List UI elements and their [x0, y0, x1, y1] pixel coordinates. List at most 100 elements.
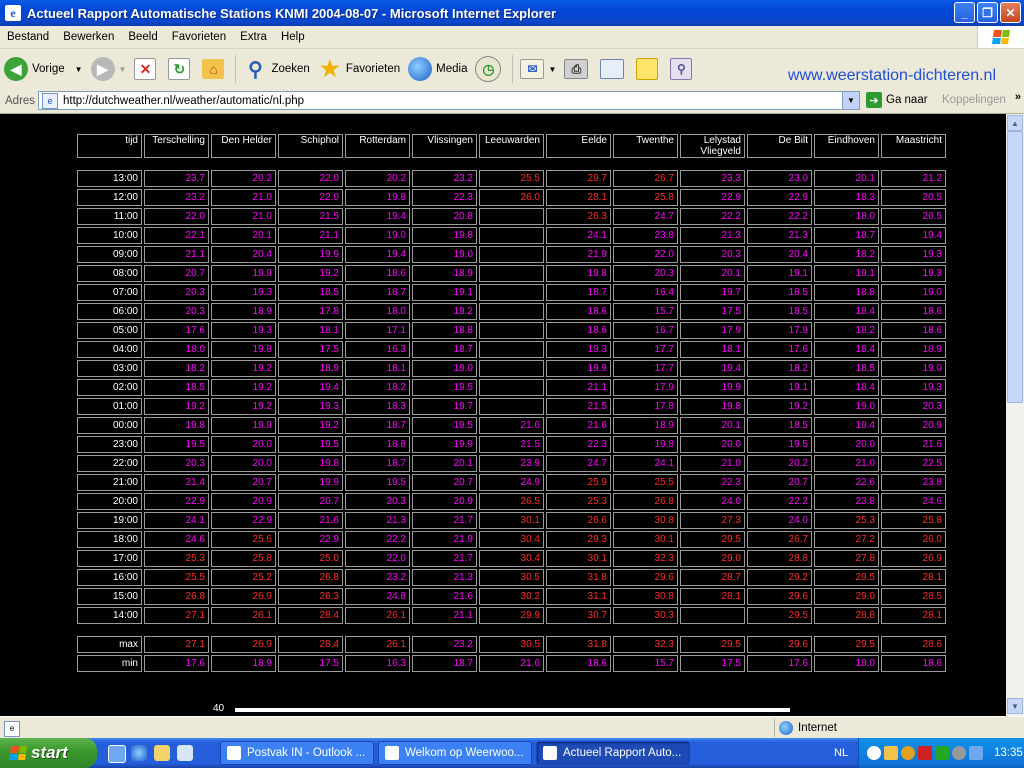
- temperature-cell: 19.0: [814, 398, 879, 415]
- menu-bewerken[interactable]: Bewerken: [56, 31, 121, 43]
- favorites-button[interactable]: ★ Favorieten: [314, 52, 404, 86]
- table-row: 19:00 24.1 22.9 21.6 21.3 21.7 30.1 26.6 30.8 27.…: [77, 512, 946, 529]
- temperature-cell: 24.0: [747, 512, 812, 529]
- temperature-cell: 29.6: [747, 588, 812, 605]
- research-button[interactable]: ⚲: [666, 52, 700, 86]
- menu-beeld[interactable]: Beeld: [121, 31, 164, 43]
- task-actueel-rapport[interactable]: Actueel Rapport Auto...: [536, 741, 690, 765]
- temperature-cell: 20.0: [680, 436, 745, 453]
- outlook-quicklaunch-icon[interactable]: [108, 745, 126, 763]
- links-button[interactable]: Koppelingen: [942, 94, 1006, 106]
- temperature-cell: 19.0: [881, 360, 946, 377]
- temperature-cell: 18.9: [881, 341, 946, 358]
- temperature-cell: 19.5: [278, 436, 343, 453]
- temperature-cell: 17.6: [144, 655, 209, 672]
- temperature-cell: 21.3: [747, 227, 812, 244]
- temperature-cell: 19.8: [680, 398, 745, 415]
- temperature-cell: 22.9: [211, 512, 276, 529]
- tray-play-icon[interactable]: [935, 746, 949, 760]
- header-row: tijd Terschelling Den Helder Schiphol Rotte…: [77, 134, 946, 158]
- task-weerwoord[interactable]: Welkom op Weerwoo...: [378, 741, 532, 765]
- scrollbar-thumb[interactable]: [1007, 131, 1023, 403]
- scroll-down-icon[interactable]: ▼: [1007, 698, 1023, 714]
- temperature-cell: 20.7: [278, 493, 343, 510]
- explorer-quicklaunch-icon[interactable]: [154, 745, 170, 761]
- clock[interactable]: 13:35: [994, 747, 1023, 759]
- task-outlook[interactable]: Postvak IN - Outlook ...: [220, 741, 374, 765]
- discuss-button[interactable]: [632, 52, 666, 86]
- temperature-cell: 26.7: [613, 170, 678, 187]
- temperature-cell: [479, 208, 544, 225]
- temperature-cell: [479, 227, 544, 244]
- temperature-cell: 24.8: [345, 588, 410, 605]
- temperature-cell: 16.7: [613, 322, 678, 339]
- temperature-cell: 26.3: [546, 208, 611, 225]
- forward-dropdown-icon[interactable]: ▼: [119, 65, 127, 74]
- address-dropdown-icon[interactable]: ▼: [842, 92, 859, 109]
- ie-quicklaunch-icon[interactable]: [131, 745, 147, 761]
- back-button[interactable]: ◀ Vorige ▼: [0, 52, 87, 86]
- print-button[interactable]: ⎙: [560, 52, 596, 86]
- time-column-header: tijd: [77, 134, 142, 158]
- menu-help[interactable]: Help: [274, 31, 312, 43]
- temperature-cell: 25.9: [546, 474, 611, 491]
- home-button[interactable]: ⌂: [198, 52, 232, 86]
- temperature-cell: 20.9: [211, 493, 276, 510]
- menu-extra[interactable]: Extra: [233, 31, 274, 43]
- temperature-cell: 27.8: [814, 550, 879, 567]
- tray-app-icon[interactable]: [952, 746, 966, 760]
- time-cell: 13:00: [77, 170, 142, 187]
- temperature-cell: 22.9: [144, 493, 209, 510]
- menu-favorieten[interactable]: Favorieten: [165, 31, 233, 43]
- temperature-cell: 17.9: [747, 322, 812, 339]
- forward-button[interactable]: ▶ ▼: [87, 52, 131, 86]
- go-button[interactable]: ➔ Ga naar: [866, 92, 928, 108]
- refresh-button[interactable]: ↻: [164, 52, 198, 86]
- forward-arrow-icon: ▶: [90, 57, 115, 81]
- menu-bestand[interactable]: Bestand: [0, 31, 56, 43]
- temperature-cell: 19.1: [747, 265, 812, 282]
- temperature-cell: 22.0: [278, 170, 343, 187]
- media-button[interactable]: Media: [404, 52, 471, 86]
- maximize-button[interactable]: ❐: [977, 2, 998, 23]
- scroll-up-icon[interactable]: ▲: [1007, 115, 1023, 131]
- mail-button[interactable]: ✉ ▼: [516, 52, 560, 86]
- temperature-cell: 19.1: [814, 265, 879, 282]
- address-url[interactable]: http://dutchweather.nl/weather/automatic…: [63, 95, 304, 107]
- address-input[interactable]: e http://dutchweather.nl/weather/automat…: [38, 91, 860, 110]
- ie-page-icon: [385, 746, 399, 760]
- temperature-cell: 20.7: [211, 474, 276, 491]
- tray-expand-icon[interactable]: [867, 746, 881, 760]
- tray-app-icon[interactable]: [901, 746, 915, 760]
- search-label: Zoeken: [271, 63, 310, 75]
- outlook-icon: [227, 746, 241, 760]
- temperature-cell: 24.9: [479, 474, 544, 491]
- temperature-cell: 19.5: [144, 436, 209, 453]
- tray-app-icon[interactable]: [918, 746, 932, 760]
- mail-dropdown-icon[interactable]: ▼: [548, 65, 556, 74]
- temperature-cell: 21.1: [412, 607, 477, 624]
- start-button[interactable]: start: [0, 738, 97, 768]
- back-dropdown-icon[interactable]: ▼: [75, 65, 83, 74]
- vertical-scrollbar[interactable]: ▲ ▼: [1006, 114, 1024, 716]
- media-globe-icon: [408, 57, 433, 81]
- temperature-cell: [479, 246, 544, 263]
- temperature-cell: 19.5: [412, 417, 477, 434]
- windows-logo-icon: [977, 26, 1024, 48]
- links-more-icon[interactable]: »: [1015, 91, 1021, 103]
- tray-app-icon[interactable]: [969, 746, 983, 760]
- close-button[interactable]: ✕: [1000, 2, 1021, 23]
- minimize-button[interactable]: _: [954, 2, 975, 23]
- temperature-cell: 25.6: [211, 531, 276, 548]
- tray-app-icon[interactable]: [884, 746, 898, 760]
- edit-button[interactable]: [596, 52, 632, 86]
- history-button[interactable]: ◷: [471, 52, 509, 86]
- temperature-cell: 29.5: [680, 531, 745, 548]
- temperature-cell: 26.6: [546, 512, 611, 529]
- stop-button[interactable]: ✕: [130, 52, 164, 86]
- language-indicator[interactable]: NL: [834, 747, 848, 759]
- time-cell: 16:00: [77, 569, 142, 586]
- search-button[interactable]: ⚲ Zoeken: [239, 52, 313, 86]
- desktop-quicklaunch-icon[interactable]: [177, 745, 193, 761]
- temperature-cell: 21.5: [546, 398, 611, 415]
